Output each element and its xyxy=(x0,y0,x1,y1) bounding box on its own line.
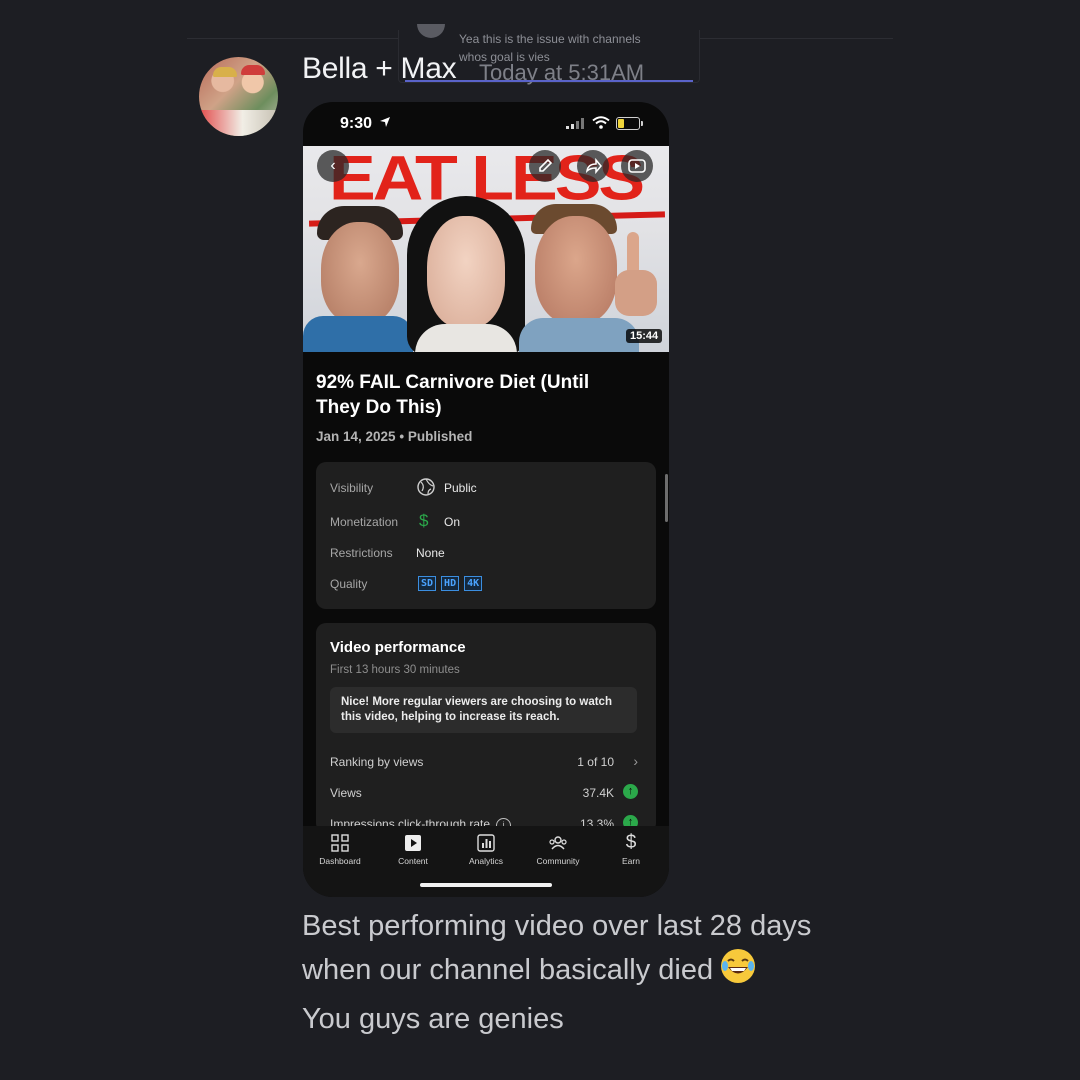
chevron-right-icon: › xyxy=(633,753,638,769)
quality-badge-4k: 4K xyxy=(464,576,483,591)
quality-row[interactable]: Quality SD HD 4K xyxy=(330,573,640,595)
quality-label: Quality xyxy=(330,577,368,591)
quality-badge-hd: HD xyxy=(441,576,460,591)
quality-badge-sd: SD xyxy=(418,576,437,591)
visibility-label: Visibility xyxy=(330,481,374,495)
video-status: Published xyxy=(407,429,473,444)
edit-icon[interactable] xyxy=(529,150,561,182)
performance-title: Video performance xyxy=(330,639,466,656)
message-line-2-wrap: when our channel basically died xyxy=(302,947,862,991)
reply-text-line1: Yea this is the issue with channels xyxy=(459,32,641,46)
tab-earn[interactable]: $ Earn xyxy=(595,832,667,866)
tab-content[interactable]: Content xyxy=(377,832,449,866)
tab-analytics[interactable]: Analytics xyxy=(450,832,522,866)
share-icon[interactable] xyxy=(577,150,609,182)
metric-label: Views xyxy=(330,786,362,800)
video-details-card: Visibility Public Monetization $ On Rest… xyxy=(316,462,656,609)
tab-label: Community xyxy=(536,856,580,866)
bottom-tab-bar: Dashboard Content Analytics Community $ … xyxy=(303,826,669,897)
restrictions-value: None xyxy=(416,546,445,560)
tab-label: Earn xyxy=(622,856,640,866)
dollar-icon: $ xyxy=(419,511,429,530)
metric-value: 1 of 10 xyxy=(577,755,614,769)
performance-note: Nice! More regular viewers are choosing … xyxy=(330,687,637,733)
dashboard-icon xyxy=(304,832,376,854)
restrictions-label: Restrictions xyxy=(330,546,393,560)
restrictions-row[interactable]: Restrictions None xyxy=(330,542,640,564)
reply-avatar xyxy=(417,24,445,38)
message-line-3: You guys are genies xyxy=(302,1003,564,1035)
video-thumbnail[interactable]: EAT LESS ‹ 15:44 xyxy=(303,146,669,352)
tab-community[interactable]: Community xyxy=(522,832,594,866)
screenshot-attachment[interactable]: 9:30 EAT LESS ‹ 15:44 92% FAIL Carnivore… xyxy=(303,102,669,897)
globe-icon xyxy=(417,478,435,496)
earn-icon: $ xyxy=(625,832,637,853)
youtube-open-icon[interactable] xyxy=(621,150,653,182)
tab-label: Content xyxy=(398,856,428,866)
metric-ranking-row[interactable]: Ranking by views 1 of 10 › xyxy=(330,751,640,773)
tab-label: Dashboard xyxy=(319,856,361,866)
battery-icon xyxy=(616,117,640,130)
highlight-underline xyxy=(405,80,693,82)
video-date: Jan 14, 2025 xyxy=(316,429,396,444)
message-line-2: when our channel basically died xyxy=(302,954,714,986)
location-arrow-icon xyxy=(380,117,390,127)
video-title: 92% FAIL Carnivore Diet (Until They Do T… xyxy=(316,372,590,418)
metric-value: 37.4K xyxy=(582,786,614,800)
video-meta: Jan 14, 2025 • Published xyxy=(316,429,473,444)
monetization-value: On xyxy=(444,515,461,529)
avatar[interactable] xyxy=(199,57,278,136)
message-text: Best performing video over last 28 days … xyxy=(302,905,862,991)
phone-status-bar: 9:30 xyxy=(303,102,669,146)
home-indicator xyxy=(420,883,552,887)
signal-icon xyxy=(566,118,584,129)
laughing-tears-emoji-icon xyxy=(721,949,756,983)
analytics-icon xyxy=(450,832,522,854)
video-performance-card: Video performance First 13 hours 30 minu… xyxy=(316,623,656,833)
status-time: 9:30 xyxy=(340,115,373,132)
metric-views-row[interactable]: Views 37.4K ↑ xyxy=(330,782,640,804)
metric-label: Ranking by views xyxy=(330,755,424,769)
message-line-1: Best performing video over last 28 days xyxy=(302,910,812,942)
arrow-up-icon: ↑ xyxy=(623,784,638,799)
tab-label: Analytics xyxy=(468,856,503,866)
content-icon xyxy=(377,832,449,854)
community-icon xyxy=(522,832,594,854)
back-icon[interactable]: ‹ xyxy=(317,150,349,182)
performance-subtitle: First 13 hours 30 minutes xyxy=(330,664,460,676)
scrollbar[interactable] xyxy=(665,474,668,522)
monetization-row[interactable]: Monetization $ On xyxy=(330,511,640,533)
message-timestamp: Today at 5:31AM xyxy=(479,60,645,85)
tab-dashboard[interactable]: Dashboard xyxy=(304,832,376,866)
wifi-icon xyxy=(592,116,610,129)
visibility-row[interactable]: Visibility Public xyxy=(330,477,640,499)
monetization-label: Monetization xyxy=(330,515,399,529)
video-duration: 15:44 xyxy=(626,329,663,343)
visibility-value: Public xyxy=(444,481,477,495)
